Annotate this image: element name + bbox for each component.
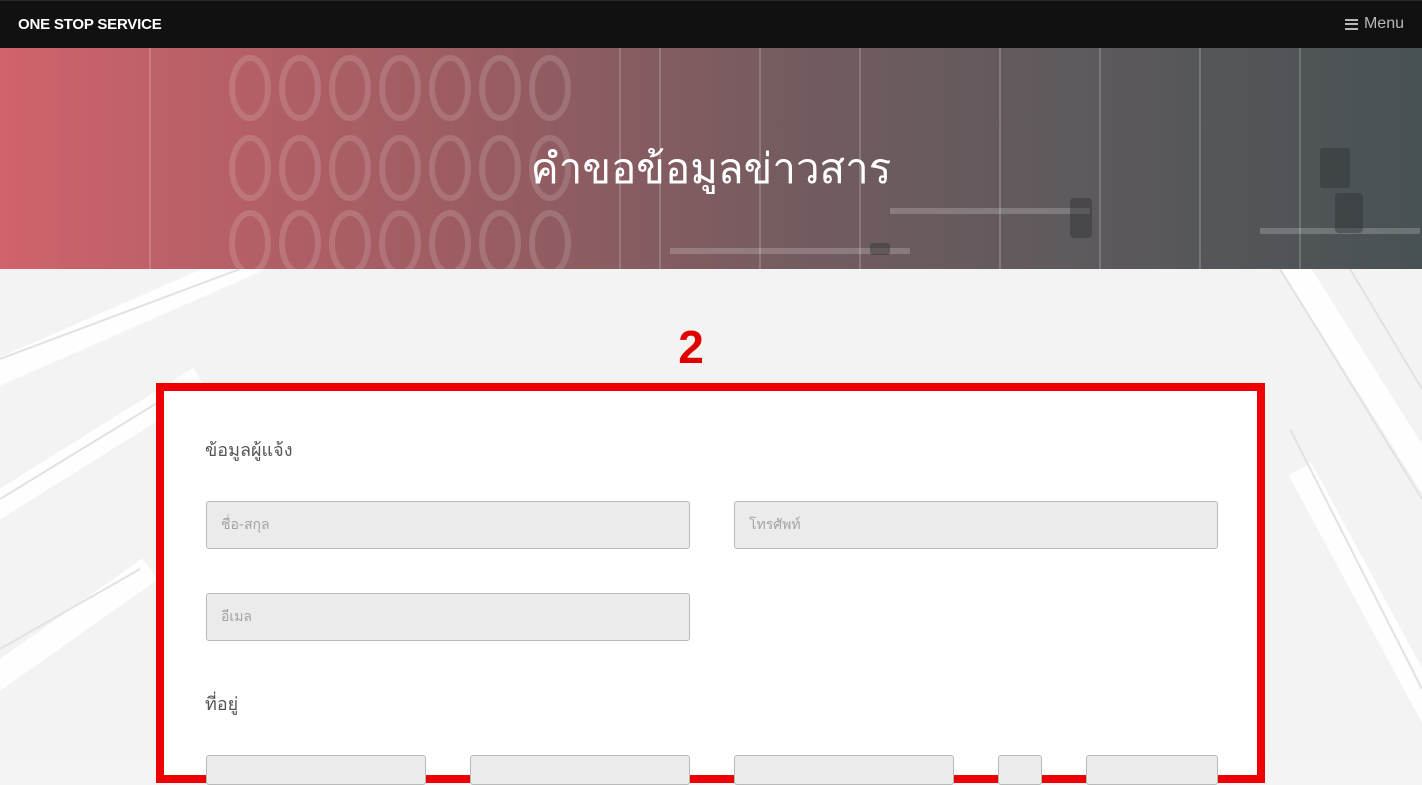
email-field[interactable] xyxy=(206,593,690,641)
address-field-1[interactable] xyxy=(206,755,426,785)
page-title: คำขอข้อมูลข่าวสาร xyxy=(530,144,892,193)
address-field-2[interactable] xyxy=(470,755,690,785)
menu-label: Menu xyxy=(1363,15,1404,32)
menu-button[interactable]: Menu xyxy=(1344,15,1404,33)
bars-icon xyxy=(1344,18,1358,30)
brand-logo-text[interactable]: ONE STOP SERVICE xyxy=(18,16,162,33)
step-number-annotation: 2 xyxy=(678,321,704,373)
reporter-form-card: ข้อมูลผู้แจ้ง ที่อยู่ xyxy=(156,383,1265,785)
address-field-5[interactable] xyxy=(1086,755,1218,785)
name-field[interactable] xyxy=(206,501,690,549)
top-navbar: ONE STOP SERVICE Menu xyxy=(0,0,1422,48)
hero-banner: คำขอข้อมูลข่าวสาร xyxy=(0,48,1422,269)
address-field-4[interactable] xyxy=(998,755,1042,785)
phone-field[interactable] xyxy=(734,501,1218,549)
reporter-section-heading: ข้อมูลผู้แจ้ง xyxy=(205,440,293,461)
address-section-heading: ที่อยู่ xyxy=(205,694,239,715)
address-field-3[interactable] xyxy=(734,755,954,785)
